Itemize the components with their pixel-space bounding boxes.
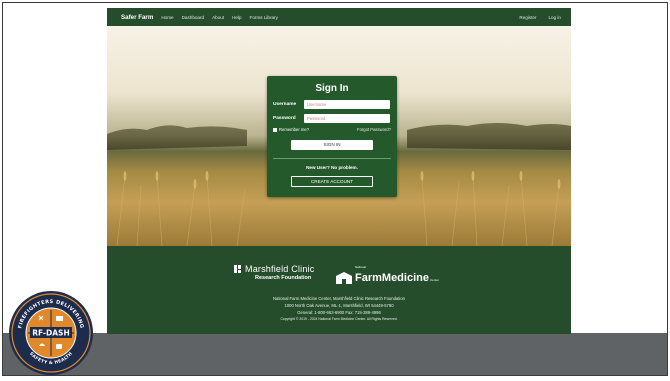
wheat-field-hero: Sign In Username Password Remember me? F… <box>107 26 571 246</box>
nfm-center: Center <box>429 278 439 282</box>
footer-address-line: 1000 North Oak Avenue, ML-1, Marshfield,… <box>284 303 394 308</box>
nfm-medicine: Medicine <box>381 272 429 284</box>
marshfield-name: Marshfield Clinic <box>245 264 315 274</box>
rf-dash-logo-icon: FIREFIGHTERS DELIVERING SAFETY & HEALTH … <box>9 291 93 375</box>
password-input[interactable] <box>304 114 390 123</box>
nav-home[interactable]: Home <box>161 15 173 20</box>
nav-login[interactable]: Log in <box>548 15 561 20</box>
nav-dashboard[interactable]: Dashboard <box>182 15 204 20</box>
username-input[interactable] <box>304 100 390 109</box>
username-label: Username <box>273 102 297 107</box>
footer-phone-line: General: 1-800-662-6900 Fax: 715-389-499… <box>297 310 381 315</box>
slide-bottom-bar <box>3 333 667 375</box>
brand-link[interactable]: Safer Farm <box>121 14 153 21</box>
site-footer: Marshfield Clinic Research Foundation Na… <box>107 246 571 334</box>
top-nav: Safer Farm Home Dashboard About Help For… <box>107 8 571 26</box>
badge-center-text: RF-DASH <box>32 329 70 338</box>
remember-me-checkbox[interactable] <box>273 127 277 132</box>
signin-panel: Sign In Username Password Remember me? F… <box>267 76 397 197</box>
marshfield-logo-icon <box>234 265 241 273</box>
nav-register[interactable]: Register <box>519 15 536 20</box>
remember-me[interactable]: Remember me? <box>273 127 309 132</box>
footer-org-line: National Farm Medicine Center, Marshfiel… <box>273 296 405 301</box>
nfm-logo: National FarmMedicineCenter <box>335 266 439 285</box>
marshfield-sub: Research Foundation <box>255 275 312 281</box>
create-account-button[interactable]: CREATE ACCOUNT <box>291 176 373 187</box>
new-user-text: New User? No problem. <box>306 165 358 170</box>
slide-frame: Safer Farm Home Dashboard About Help For… <box>2 2 668 376</box>
rf-dash-badge: FIREFIGHTERS DELIVERING SAFETY & HEALTH … <box>8 290 94 376</box>
nav-forms-library[interactable]: Forms Library <box>250 15 278 20</box>
nav-help[interactable]: Help <box>232 15 241 20</box>
marshfield-logo: Marshfield Clinic Research Foundation <box>233 264 314 281</box>
nav-account-links: Register Log in <box>507 15 561 20</box>
signin-title: Sign In <box>315 83 349 94</box>
nfm-barn-icon <box>336 272 352 284</box>
footer-copyright: Copyright © 2019 - 2024 National Farm Me… <box>280 317 398 321</box>
password-label: Password <box>273 116 296 121</box>
website-screenshot: Safer Farm Home Dashboard About Help For… <box>107 8 571 334</box>
forgot-password-link[interactable]: Forgot Password? <box>357 127 391 132</box>
signin-button[interactable]: SIGN IN <box>291 140 373 150</box>
signin-divider <box>273 158 391 159</box>
nav-about[interactable]: About <box>212 15 224 20</box>
nfm-farm: Farm <box>355 272 382 284</box>
remember-me-label: Remember me? <box>279 127 310 132</box>
